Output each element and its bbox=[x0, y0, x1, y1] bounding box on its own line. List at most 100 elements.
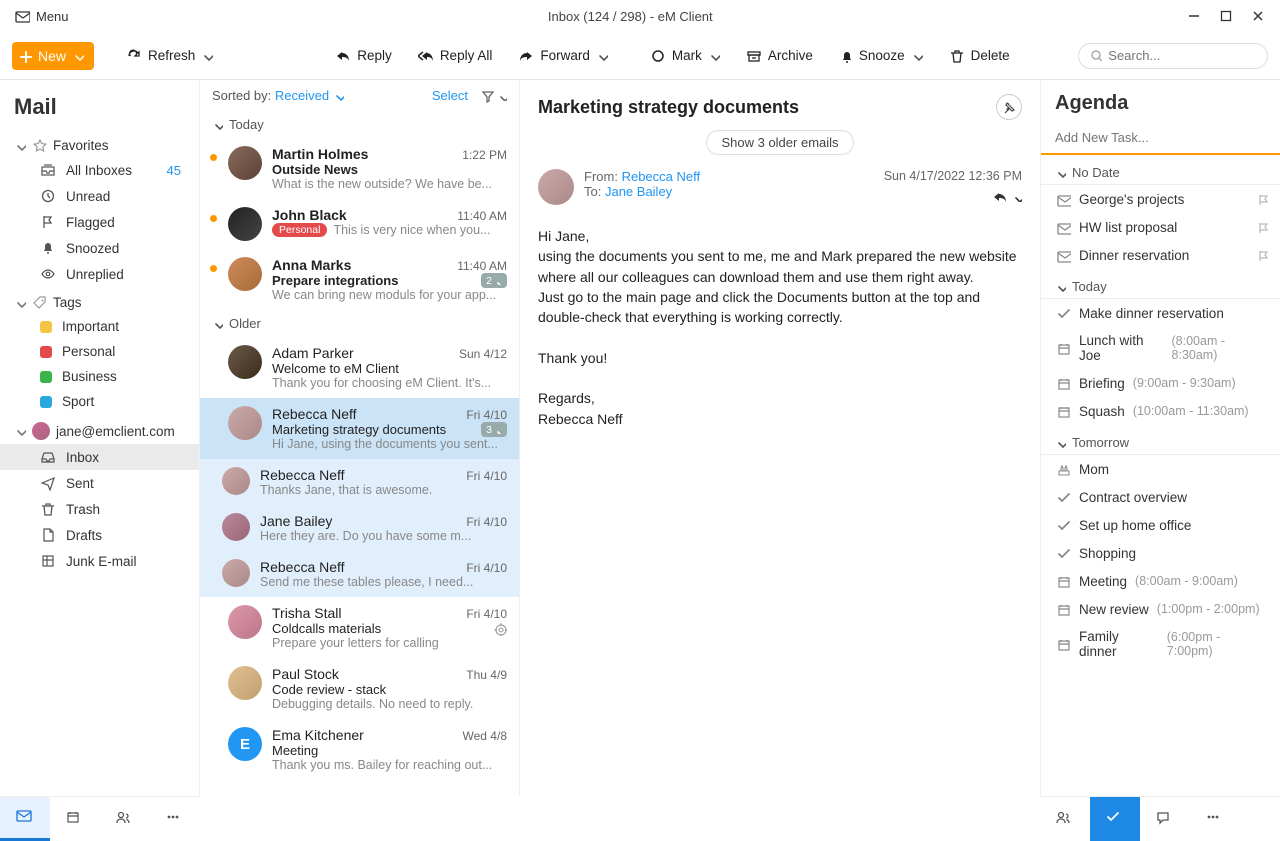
junk-icon bbox=[40, 553, 56, 569]
agenda-item[interactable]: Make dinner reservation bbox=[1041, 299, 1280, 327]
sidebar-item-label: Sent bbox=[66, 476, 94, 491]
nav-mail-button[interactable] bbox=[0, 797, 50, 841]
show-older-button[interactable]: Show 3 older emails bbox=[706, 130, 853, 155]
forward-button[interactable]: Forward bbox=[508, 44, 618, 68]
agenda-item[interactable]: George's projects bbox=[1041, 185, 1280, 213]
agenda-item-label: Shopping bbox=[1079, 546, 1136, 561]
agenda-group-header[interactable]: No Date bbox=[1041, 155, 1280, 185]
sidebar-favorite-item[interactable]: Snoozed bbox=[0, 235, 199, 261]
message-thread-item[interactable]: Rebecca NeffFri 4/10 Thanks Jane, that i… bbox=[200, 459, 519, 505]
sidebar-tag-item[interactable]: Important bbox=[0, 314, 199, 339]
agenda-item-time: (8:00am - 9:00am) bbox=[1135, 574, 1238, 588]
maximize-button[interactable] bbox=[1218, 8, 1234, 24]
avatar bbox=[228, 257, 262, 291]
bell-icon bbox=[839, 49, 853, 63]
sidebar-favorite-item[interactable]: Unread bbox=[0, 183, 199, 209]
filter-button[interactable] bbox=[480, 88, 507, 103]
sidebar-folder-item[interactable]: Sent bbox=[0, 470, 199, 496]
app-menu-button[interactable]: Menu bbox=[8, 4, 75, 28]
message-item[interactable]: Adam ParkerSun 4/12 Welcome to eM Client… bbox=[200, 337, 519, 398]
to-link[interactable]: Jane Bailey bbox=[605, 184, 672, 199]
agenda-item[interactable]: Contract overview bbox=[1041, 483, 1280, 511]
message-preview: This is very nice when you... bbox=[333, 223, 490, 237]
agenda-item[interactable]: Lunch with Joe (8:00am - 8:30am) bbox=[1041, 327, 1280, 369]
sidebar-folder-item[interactable]: Drafts bbox=[0, 522, 199, 548]
sidebar-folder-item[interactable]: Junk E-mail bbox=[0, 548, 199, 574]
sidebar-tag-item[interactable]: Personal bbox=[0, 339, 199, 364]
agenda-item[interactable]: Shopping bbox=[1041, 539, 1280, 567]
agenda-item[interactable]: New review (1:00pm - 2:00pm) bbox=[1041, 595, 1280, 623]
avatar bbox=[228, 345, 262, 379]
message-item[interactable]: Trisha StallFri 4/10 Coldcalls materials… bbox=[200, 597, 519, 658]
group-older[interactable]: Older bbox=[200, 310, 519, 337]
search-box[interactable] bbox=[1078, 43, 1268, 69]
account-avatar-icon bbox=[32, 422, 50, 440]
mark-button[interactable]: Mark bbox=[640, 44, 730, 68]
message-sender: Rebecca Neff bbox=[260, 467, 345, 483]
tags-header[interactable]: Tags bbox=[0, 291, 199, 314]
chevron-down-icon bbox=[72, 50, 84, 62]
nav-contacts-button[interactable] bbox=[100, 797, 150, 841]
minimize-button[interactable] bbox=[1186, 8, 1202, 24]
agenda-group-header[interactable]: Today bbox=[1041, 269, 1280, 299]
message-subject: Prepare integrations bbox=[272, 273, 398, 288]
agenda-item[interactable]: Family dinner (6:00pm - 7:00pm) bbox=[1041, 623, 1280, 665]
agenda-item[interactable]: Meeting (8:00am - 9:00am) bbox=[1041, 567, 1280, 595]
sidebar-favorite-item[interactable]: All Inboxes 45 bbox=[0, 157, 199, 183]
message-thread-item[interactable]: Rebecca NeffFri 4/10 Send me these table… bbox=[200, 551, 519, 597]
select-button[interactable]: Select bbox=[432, 88, 468, 103]
message-item[interactable]: Martin Holmes1:22 PM Outside News What i… bbox=[200, 138, 519, 199]
sidebar-folder-item[interactable]: Trash bbox=[0, 496, 199, 522]
close-button[interactable] bbox=[1250, 8, 1266, 24]
favorites-header[interactable]: Favorites bbox=[0, 134, 199, 157]
archive-button[interactable]: Archive bbox=[736, 44, 823, 68]
panel-more-button[interactable] bbox=[1190, 797, 1240, 841]
nav-calendar-button[interactable] bbox=[50, 797, 100, 841]
agenda-item[interactable]: HW list proposal bbox=[1041, 213, 1280, 241]
message-item[interactable]: Paul StockThu 4/9 Code review - stack De… bbox=[200, 658, 519, 719]
panel-agenda-button[interactable] bbox=[1090, 797, 1140, 841]
group-today[interactable]: Today bbox=[200, 111, 519, 138]
panel-chat-button[interactable] bbox=[1140, 797, 1190, 841]
agenda-item[interactable]: Mom bbox=[1041, 455, 1280, 483]
agenda-item[interactable]: Squash (10:00am - 11:30am) bbox=[1041, 397, 1280, 425]
message-thread-item[interactable]: Jane BaileyFri 4/10 Here they are. Do yo… bbox=[200, 505, 519, 551]
chevron-down-icon bbox=[212, 119, 223, 130]
message-item[interactable]: Anna Marks11:40 AM Prepare integrations … bbox=[200, 249, 519, 310]
message-preview: Prepare your letters for calling bbox=[272, 636, 507, 650]
message-item[interactable]: John Black11:40 AM PersonalThis is very … bbox=[200, 199, 519, 249]
sidebar-folder-item[interactable]: Inbox bbox=[0, 444, 199, 470]
reply-button[interactable]: Reply bbox=[325, 44, 402, 68]
new-button[interactable]: New bbox=[12, 42, 94, 70]
sidebar-tag-item[interactable]: Business bbox=[0, 364, 199, 389]
agenda-item[interactable]: Set up home office bbox=[1041, 511, 1280, 539]
refresh-button[interactable]: Refresh bbox=[116, 44, 223, 68]
quick-reply-button[interactable] bbox=[992, 189, 1022, 205]
search-input[interactable] bbox=[1108, 48, 1257, 63]
from-link[interactable]: Rebecca Neff bbox=[622, 169, 701, 184]
snooze-button[interactable]: Snooze bbox=[829, 44, 933, 67]
avatar bbox=[222, 467, 250, 495]
sidebar-favorite-item[interactable]: Flagged bbox=[0, 209, 199, 235]
delete-button[interactable]: Delete bbox=[939, 44, 1020, 68]
account-header[interactable]: jane@emclient.com bbox=[0, 418, 199, 444]
message-item[interactable]: E Ema KitchenerWed 4/8 Meeting Thank you… bbox=[200, 719, 519, 780]
avatar bbox=[228, 146, 262, 180]
message-item[interactable]: Rebecca NeffFri 4/10 Marketing strategy … bbox=[200, 398, 519, 459]
agenda-item[interactable]: Dinner reservation bbox=[1041, 241, 1280, 269]
cal-icon bbox=[1055, 340, 1071, 356]
sidebar-tag-item[interactable]: Sport bbox=[0, 389, 199, 414]
nav-more-button[interactable] bbox=[150, 797, 200, 841]
message-preview: Send me these tables please, I need... bbox=[260, 575, 507, 589]
sort-field-button[interactable]: Received bbox=[275, 88, 344, 103]
agenda-item[interactable]: Briefing (9:00am - 9:30am) bbox=[1041, 369, 1280, 397]
sidebar-favorite-item[interactable]: Unreplied bbox=[0, 261, 199, 287]
add-task-input[interactable] bbox=[1055, 130, 1266, 145]
agenda-group-header[interactable]: Tomorrow bbox=[1041, 425, 1280, 455]
reply-all-button[interactable]: Reply All bbox=[408, 44, 503, 68]
add-task-box[interactable] bbox=[1041, 123, 1280, 155]
pin-button[interactable] bbox=[996, 94, 1022, 120]
panel-contacts-button[interactable] bbox=[1040, 797, 1090, 841]
mail-icon bbox=[1055, 247, 1071, 263]
message-preview: We can bring new moduls for your app... bbox=[272, 288, 507, 302]
